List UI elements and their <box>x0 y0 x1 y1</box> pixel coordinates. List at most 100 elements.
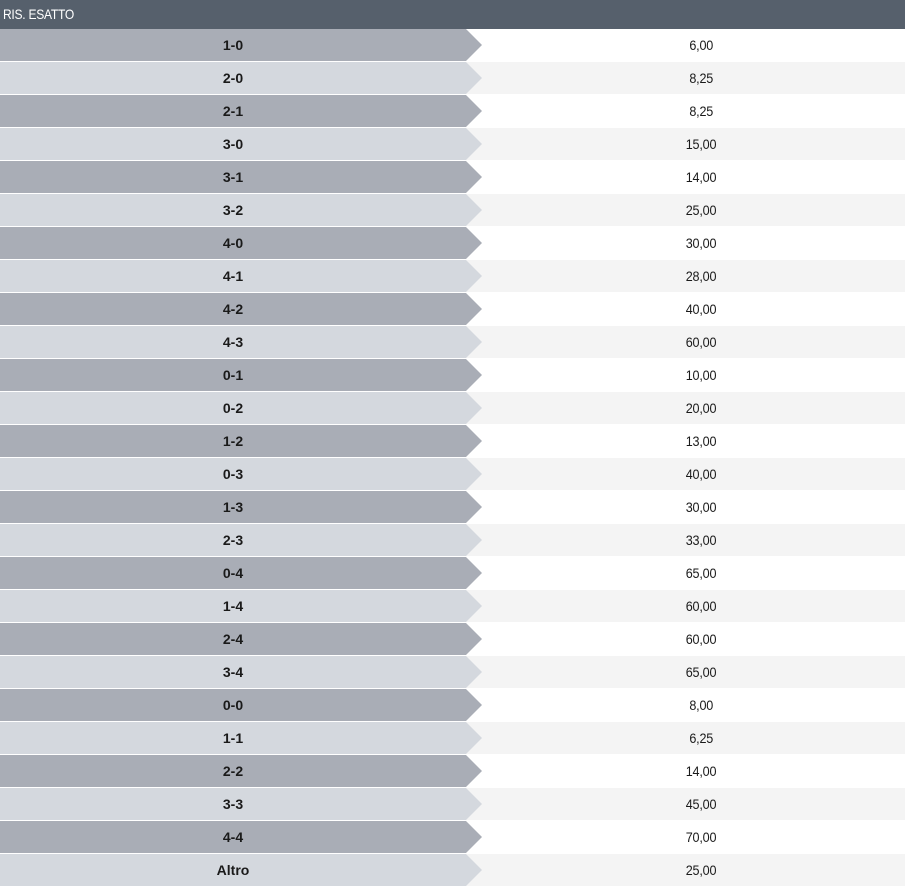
odds-text: 13,00 <box>685 433 717 449</box>
score-row[interactable]: 0-0 8,00 <box>0 689 905 722</box>
odds-value[interactable]: 6,25 <box>466 722 905 754</box>
odds-value[interactable]: 33,00 <box>466 524 905 556</box>
odds-text: 60,00 <box>685 334 717 350</box>
odds-value[interactable]: 6,00 <box>466 29 905 61</box>
score-row[interactable]: 4-2 40,00 <box>0 293 905 326</box>
score-label: Altro <box>0 854 466 886</box>
score-label: 1-2 <box>0 425 466 457</box>
score-label: 1-0 <box>0 29 466 61</box>
odds-value[interactable]: 30,00 <box>466 491 905 523</box>
score-label: 3-4 <box>0 656 466 688</box>
odds-text: 65,00 <box>685 565 717 581</box>
odds-text: 15,00 <box>685 136 717 152</box>
odds-value[interactable]: 25,00 <box>466 194 905 226</box>
score-label: 4-1 <box>0 260 466 292</box>
score-label: 1-1 <box>0 722 466 754</box>
odds-text: 40,00 <box>685 466 717 482</box>
odds-value[interactable]: 40,00 <box>466 293 905 325</box>
odds-text: 6,00 <box>689 37 713 53</box>
score-label: 4-0 <box>0 227 466 259</box>
score-label: 0-0 <box>0 689 466 721</box>
score-label: 0-1 <box>0 359 466 391</box>
odds-value[interactable]: 25,00 <box>466 854 905 886</box>
score-row[interactable]: 2-2 14,00 <box>0 755 905 788</box>
odds-value[interactable]: 65,00 <box>466 656 905 688</box>
odds-text: 8,25 <box>689 70 713 86</box>
odds-value[interactable]: 10,00 <box>466 359 905 391</box>
score-row[interactable]: 0-2 20,00 <box>0 392 905 425</box>
score-row[interactable]: 1-2 13,00 <box>0 425 905 458</box>
score-label: 2-1 <box>0 95 466 127</box>
odds-value[interactable]: 30,00 <box>466 227 905 259</box>
score-row[interactable]: 1-4 60,00 <box>0 590 905 623</box>
odds-text: 14,00 <box>685 169 717 185</box>
score-odds-list: 1-0 6,00 2-0 8,25 2-1 8,25 3-0 15,00 3-1 14,00 3-2… <box>0 29 905 886</box>
score-label: 3-2 <box>0 194 466 226</box>
score-row[interactable]: 1-3 30,00 <box>0 491 905 524</box>
odds-text: 33,00 <box>685 532 717 548</box>
score-row[interactable]: 2-3 33,00 <box>0 524 905 557</box>
score-label: 3-3 <box>0 788 466 820</box>
odds-text: 20,00 <box>685 400 717 416</box>
score-row[interactable]: 1-0 6,00 <box>0 29 905 62</box>
odds-value[interactable]: 60,00 <box>466 590 905 622</box>
score-row[interactable]: 4-0 30,00 <box>0 227 905 260</box>
odds-text: 30,00 <box>685 499 717 515</box>
score-row[interactable]: 0-1 10,00 <box>0 359 905 392</box>
odds-value[interactable]: 60,00 <box>466 623 905 655</box>
odds-value[interactable]: 8,00 <box>466 689 905 721</box>
odds-value[interactable]: 28,00 <box>466 260 905 292</box>
odds-value[interactable]: 20,00 <box>466 392 905 424</box>
odds-value[interactable]: 45,00 <box>466 788 905 820</box>
score-row[interactable]: 4-1 28,00 <box>0 260 905 293</box>
odds-text: 60,00 <box>685 631 717 647</box>
odds-value[interactable]: 8,25 <box>466 95 905 127</box>
score-label: 4-4 <box>0 821 466 853</box>
score-row[interactable]: 2-4 60,00 <box>0 623 905 656</box>
score-row[interactable]: 3-2 25,00 <box>0 194 905 227</box>
score-label: 0-2 <box>0 392 466 424</box>
odds-text: 60,00 <box>685 598 717 614</box>
odds-value[interactable]: 14,00 <box>466 161 905 193</box>
market-header: RIS. ESATTO <box>0 0 905 29</box>
odds-text: 70,00 <box>685 829 717 845</box>
score-row[interactable]: 4-3 60,00 <box>0 326 905 359</box>
score-row[interactable]: 4-4 70,00 <box>0 821 905 854</box>
score-label: 2-3 <box>0 524 466 556</box>
odds-text: 8,25 <box>689 103 713 119</box>
odds-value[interactable]: 60,00 <box>466 326 905 358</box>
score-row[interactable]: 0-4 65,00 <box>0 557 905 590</box>
score-row[interactable]: 3-1 14,00 <box>0 161 905 194</box>
correct-score-market: RIS. ESATTO 1-0 6,00 2-0 8,25 2-1 8,25 3-0 15,0… <box>0 0 905 886</box>
odds-text: 30,00 <box>685 235 717 251</box>
odds-text: 8,00 <box>689 697 713 713</box>
odds-text: 10,00 <box>685 367 717 383</box>
odds-value[interactable]: 15,00 <box>466 128 905 160</box>
odds-value[interactable]: 8,25 <box>466 62 905 94</box>
score-row[interactable]: 3-0 15,00 <box>0 128 905 161</box>
odds-text: 25,00 <box>685 862 717 878</box>
odds-value[interactable]: 14,00 <box>466 755 905 787</box>
score-row[interactable]: 3-4 65,00 <box>0 656 905 689</box>
score-row[interactable]: 3-3 45,00 <box>0 788 905 821</box>
score-label: 3-1 <box>0 161 466 193</box>
score-label: 2-0 <box>0 62 466 94</box>
odds-value[interactable]: 70,00 <box>466 821 905 853</box>
score-label: 0-3 <box>0 458 466 490</box>
odds-value[interactable]: 13,00 <box>466 425 905 457</box>
score-label: 2-2 <box>0 755 466 787</box>
score-label: 1-4 <box>0 590 466 622</box>
score-row[interactable]: 2-1 8,25 <box>0 95 905 128</box>
market-title: RIS. ESATTO <box>3 6 74 22</box>
odds-text: 65,00 <box>685 664 717 680</box>
score-row[interactable]: 2-0 8,25 <box>0 62 905 95</box>
odds-value[interactable]: 40,00 <box>466 458 905 490</box>
score-label: 1-3 <box>0 491 466 523</box>
score-row[interactable]: 0-3 40,00 <box>0 458 905 491</box>
score-label: 0-4 <box>0 557 466 589</box>
odds-value[interactable]: 65,00 <box>466 557 905 589</box>
odds-text: 14,00 <box>685 763 717 779</box>
score-row[interactable]: 1-1 6,25 <box>0 722 905 755</box>
odds-text: 45,00 <box>685 796 717 812</box>
score-row[interactable]: Altro 25,00 <box>0 854 905 886</box>
